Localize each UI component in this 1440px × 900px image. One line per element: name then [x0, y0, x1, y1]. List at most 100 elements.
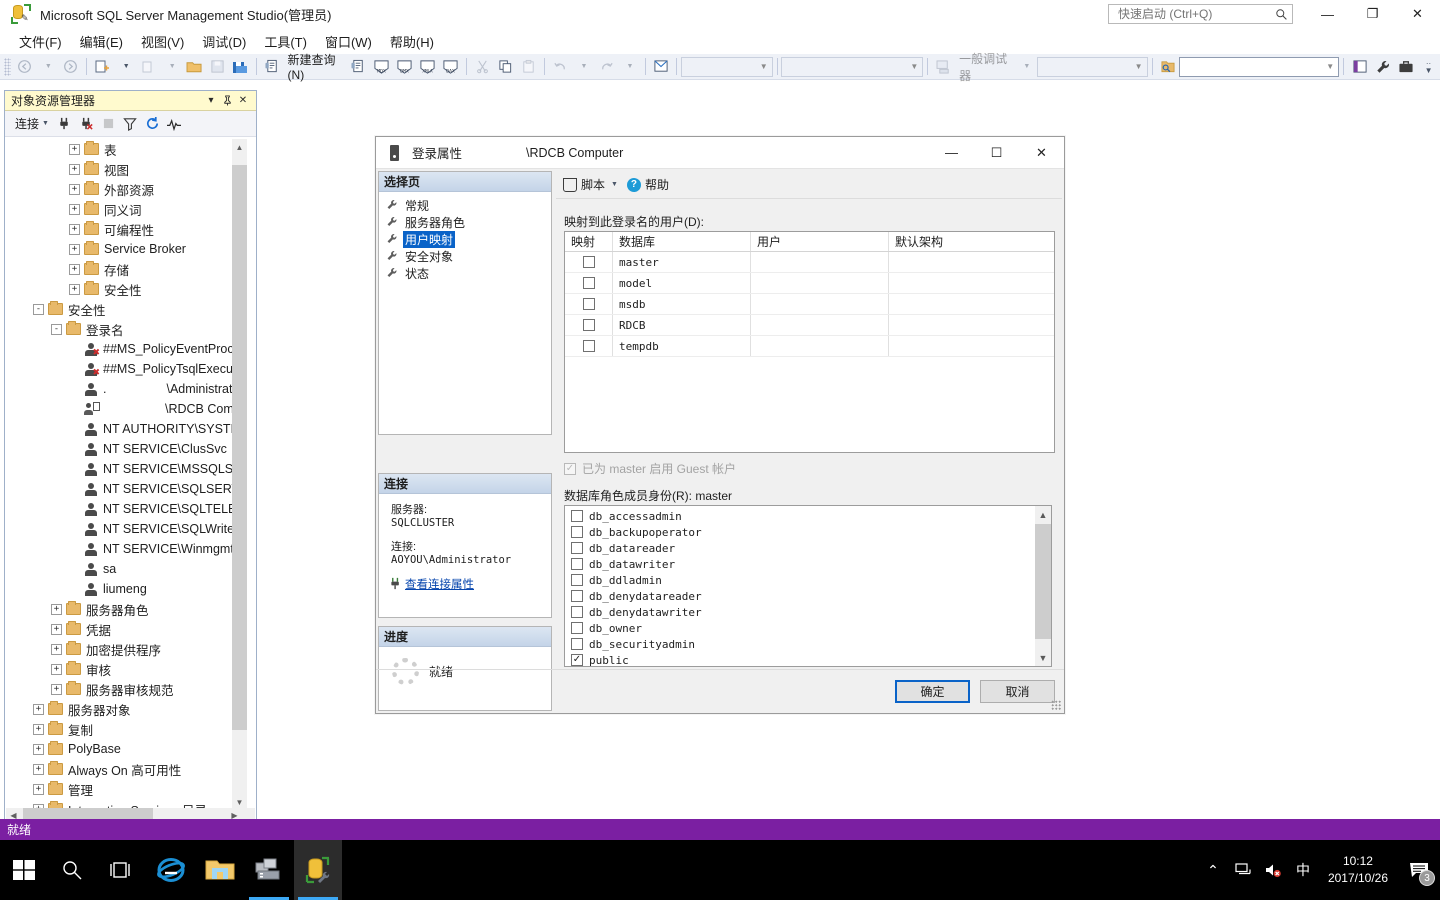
save-all-button[interactable]	[229, 56, 252, 78]
list-item[interactable]: db_backupoperator	[565, 524, 1051, 540]
menu-debug[interactable]: 调试(D)	[193, 29, 255, 54]
grid-col-schema[interactable]: 默认架构	[889, 232, 1054, 251]
tree-node[interactable]: + PolyBase	[6, 739, 241, 759]
search-button[interactable]	[48, 840, 96, 900]
tree-expander-icon[interactable]: +	[69, 143, 80, 155]
volume-muted-icon[interactable]	[1258, 840, 1288, 900]
minimize-button[interactable]: —	[1305, 0, 1350, 28]
select-page-item-4[interactable]: 状态	[379, 265, 551, 281]
dialog-minimize-button[interactable]: —	[929, 137, 974, 168]
tree-expander-icon[interactable]: +	[33, 763, 44, 775]
undo-button[interactable]	[549, 56, 572, 78]
open-file-button[interactable]	[183, 56, 206, 78]
navigate-backward-dropdown[interactable]: ▼	[36, 56, 59, 78]
row-user[interactable]	[751, 336, 889, 356]
menu-file[interactable]: 文件(F)	[10, 29, 71, 54]
role-scroll-thumb[interactable]	[1035, 524, 1051, 639]
role-membership-list[interactable]: db_accessadmin db_backupoperator db_datare…	[564, 505, 1052, 667]
tree-expander-icon[interactable]: +	[51, 623, 62, 635]
help-icon[interactable]: ?	[626, 177, 641, 192]
select-page-item-2[interactable]: 用户映射	[379, 230, 551, 248]
tree-node[interactable]: + 外部资源	[6, 179, 241, 199]
resize-grip[interactable]	[1051, 700, 1061, 710]
role-checkbox[interactable]	[571, 574, 583, 586]
generic-debugger-icon[interactable]	[932, 56, 955, 78]
list-item[interactable]: ✓ public	[565, 652, 1051, 666]
paste-button[interactable]	[517, 56, 540, 78]
row-database[interactable]: tempdb	[613, 336, 751, 356]
task-view-button[interactable]	[96, 840, 144, 900]
tree-expander-icon[interactable]: +	[33, 723, 44, 735]
close-icon[interactable]: ✕	[235, 93, 251, 109]
restore-button[interactable]: ❐	[1350, 0, 1395, 28]
table-row[interactable]: msdb	[565, 294, 1054, 315]
tree-node[interactable]: + Always On 高可用性	[6, 759, 241, 779]
tree-node[interactable]: - 安全性	[6, 299, 241, 319]
tree-expander-icon[interactable]: +	[51, 663, 62, 675]
quick-launch-input[interactable]	[1116, 6, 1275, 22]
row-mapped-checkbox[interactable]	[582, 298, 595, 310]
menu-view[interactable]: 视图(V)	[132, 29, 193, 54]
pin-icon[interactable]	[219, 93, 235, 109]
role-checkbox[interactable]	[571, 510, 583, 522]
tree-node[interactable]: \RDCB Comput	[6, 399, 241, 419]
new-dax-query-button[interactable]: DAX	[439, 56, 462, 78]
new-project-dropdown[interactable]: ▼	[114, 56, 137, 78]
stop-icon[interactable]	[99, 114, 118, 133]
new-query-button[interactable]	[261, 56, 284, 78]
list-item[interactable]: db_securityadmin	[565, 636, 1051, 652]
row-database[interactable]: RDCB	[613, 315, 751, 335]
tree-expander-icon[interactable]: +	[51, 643, 62, 655]
dialog-close-button[interactable]: ✕	[1019, 137, 1064, 168]
tree-node[interactable]: + 同义词	[6, 199, 241, 219]
menu-tools[interactable]: 工具(T)	[255, 29, 316, 54]
disconnect-plug-icon[interactable]	[77, 114, 96, 133]
tree-node[interactable]: + 可编程性	[6, 219, 241, 239]
script-dropdown-icon[interactable]: ▼	[611, 181, 618, 188]
dialog-maximize-button[interactable]: ☐	[974, 137, 1019, 168]
new-query-label[interactable]: 新建查询(N)	[284, 51, 347, 82]
role-checkbox[interactable]: ✓	[571, 654, 583, 666]
list-item[interactable]: db_denydatawriter	[565, 604, 1051, 620]
table-row[interactable]: tempdb	[565, 336, 1054, 357]
chevron-down-icon[interactable]: ▾	[203, 93, 219, 109]
menu-help[interactable]: 帮助(H)	[381, 29, 443, 54]
role-checkbox[interactable]	[571, 622, 583, 634]
row-default-schema[interactable]	[889, 315, 1054, 335]
tree-expander-icon[interactable]: +	[33, 743, 44, 755]
clock[interactable]: 10:12 2017/10/26	[1318, 853, 1398, 887]
tree-expander-icon[interactable]: +	[69, 283, 80, 295]
start-button[interactable]	[0, 840, 48, 900]
toolbar-overflow-button[interactable]: ·· ▼	[1417, 56, 1440, 78]
new-item-button[interactable]	[137, 56, 160, 78]
list-item[interactable]: db_datawriter	[565, 556, 1051, 572]
connect-plug-icon[interactable]	[55, 114, 74, 133]
help-label[interactable]: 帮助	[645, 176, 669, 193]
new-xmla-query-button[interactable]: XMLA	[416, 56, 439, 78]
tree-node[interactable]: + 服务器角色	[6, 599, 241, 619]
tree-node[interactable]: NT SERVICE\SQLTELEM	[6, 499, 241, 519]
tree-node[interactable]: ✖ ##MS_PolicyEventProc	[6, 339, 241, 359]
tree-node[interactable]: + 审核	[6, 659, 241, 679]
quick-launch-box[interactable]	[1108, 4, 1293, 24]
tree-expander-icon[interactable]: -	[51, 323, 62, 335]
select-page-item-0[interactable]: 常规	[379, 197, 551, 213]
tree-node[interactable]: + 存储	[6, 259, 241, 279]
tree-expander-icon[interactable]: +	[51, 683, 62, 695]
tree-node[interactable]: NT SERVICE\MSSQLSE	[6, 459, 241, 479]
new-mdx-query-button[interactable]: MDX	[370, 56, 393, 78]
view-connection-properties-link[interactable]: 查看连接属性	[405, 576, 474, 592]
redo-button[interactable]	[595, 56, 618, 78]
script-label[interactable]: 脚本	[581, 176, 605, 193]
solution-config-combo[interactable]: ▼	[781, 56, 924, 77]
row-user[interactable]	[751, 294, 889, 314]
available-databases-combo[interactable]: ▼	[681, 56, 773, 77]
row-user[interactable]	[751, 273, 889, 293]
tree-expander-icon[interactable]: +	[51, 603, 62, 615]
list-item[interactable]: db_denydatareader	[565, 588, 1051, 604]
tree-expander-icon[interactable]: +	[69, 243, 80, 255]
role-checkbox[interactable]	[571, 606, 583, 618]
tree-node[interactable]: + 凭据	[6, 619, 241, 639]
tree-node[interactable]: - 登录名	[6, 319, 241, 339]
show-hidden-icons-button[interactable]: ⌃	[1198, 840, 1228, 900]
